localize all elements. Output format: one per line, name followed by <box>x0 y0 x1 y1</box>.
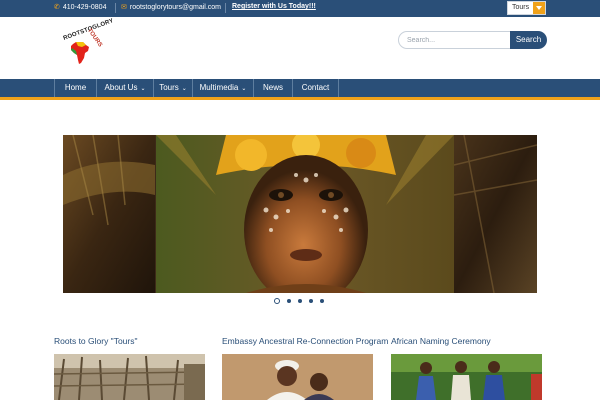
africa-map-icon <box>71 42 89 64</box>
nav-item-home[interactable]: Home <box>54 79 96 97</box>
nav-item-news[interactable]: News <box>253 79 292 97</box>
slider-dot[interactable] <box>274 298 280 304</box>
email-contact[interactable]: ✉ rootstoglorytours@gmail.com <box>121 3 221 11</box>
site-logo[interactable]: ROOTSTOGLORY TOURS <box>58 18 115 67</box>
nav-item-label: Home <box>64 83 87 92</box>
section-image-tours[interactable] <box>54 354 205 400</box>
section-title-embassy[interactable]: Embassy Ancestral Re-Connection Program <box>222 336 388 346</box>
chevron-down-icon: ⌄ <box>140 86 146 92</box>
nav-item-label: About Us <box>104 83 138 92</box>
search-input[interactable] <box>398 31 514 49</box>
slider-dot[interactable] <box>309 299 313 303</box>
slider-pagination <box>271 298 331 306</box>
tours-select[interactable]: Tours <box>507 1 546 15</box>
nav-item-label: Contact <box>301 83 330 92</box>
slide-image-next <box>454 135 537 293</box>
main-nav: Home About Us ⌄ Tours ⌄ Multimedia ⌄ News C… <box>0 79 600 97</box>
tours-select-value: Tours <box>512 4 530 11</box>
section-image-embassy[interactable] <box>222 354 373 400</box>
section-title-tours[interactable]: Roots to Glory "Tours" <box>54 336 138 346</box>
search-button[interactable]: Search <box>510 31 547 49</box>
phone-number: 410-429-0804 <box>62 4 107 11</box>
email-address: rootstoglorytours@gmail.com <box>129 4 222 11</box>
phone-contact[interactable]: ✆ 410-429-0804 <box>54 3 106 11</box>
section-image-naming[interactable] <box>391 354 542 400</box>
divider <box>115 3 116 13</box>
slider-dot[interactable] <box>298 299 302 303</box>
nav-item-label: Multimedia <box>199 83 239 92</box>
nav-item-tours[interactable]: Tours ⌄ <box>153 79 192 97</box>
slide-image-current <box>156 135 454 293</box>
nav-item-contact[interactable]: Contact <box>292 79 338 97</box>
top-bar: ✆ 410-429-0804 ✉ rootstoglorytours@gmail.c… <box>0 0 600 17</box>
nav-item-multimedia[interactable]: Multimedia ⌄ <box>192 79 253 97</box>
phone-icon: ✆ <box>54 4 60 11</box>
envelope-icon: ✉ <box>121 4 127 11</box>
hero-slider[interactable] <box>63 135 537 293</box>
slider-dot[interactable] <box>320 299 324 303</box>
register-link[interactable]: Register with Us Today!!! <box>232 3 316 10</box>
chevron-down-icon: ⌄ <box>181 86 187 92</box>
divider <box>225 3 226 13</box>
chevron-down-icon <box>533 2 545 14</box>
nav-accent-bar <box>0 97 600 100</box>
nav-item-about-us[interactable]: About Us ⌄ <box>96 79 153 97</box>
nav-item-label: News <box>262 83 283 92</box>
nav-item-label: Tours <box>159 83 179 92</box>
section-title-naming[interactable]: African Naming Ceremony <box>391 336 491 346</box>
chevron-down-icon: ⌄ <box>241 86 247 92</box>
nav-divider <box>338 79 339 97</box>
slider-dot[interactable] <box>287 299 291 303</box>
slide-image-prev <box>63 135 155 293</box>
